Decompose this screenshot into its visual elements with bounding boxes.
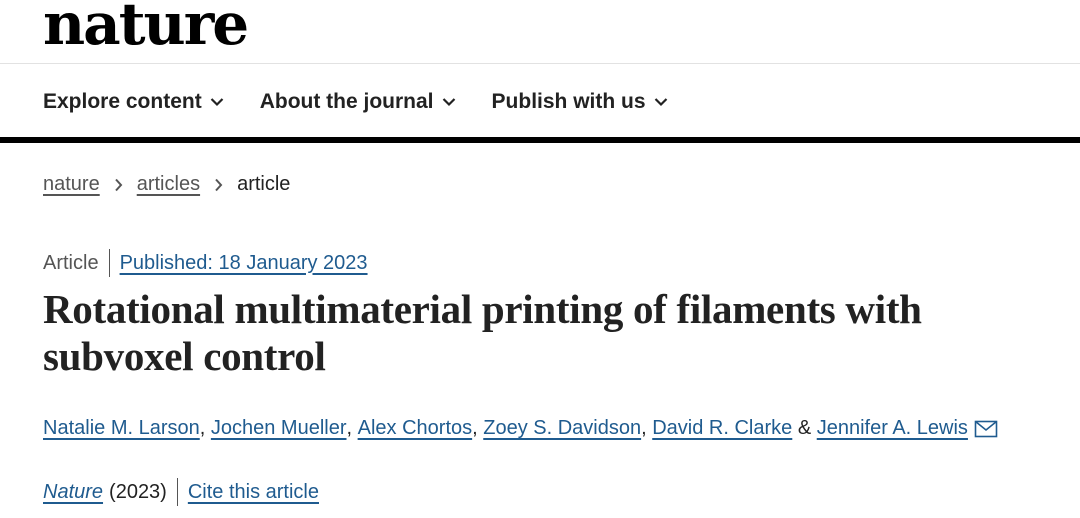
nav-publish-with-us-label: Publish with us bbox=[491, 90, 646, 113]
chevron-right-icon bbox=[214, 178, 223, 192]
chevron-right-icon bbox=[114, 178, 123, 192]
nature-logo[interactable]: nature bbox=[43, 0, 249, 60]
header-divider bbox=[0, 63, 1080, 64]
nav-explore-content[interactable]: Explore content bbox=[43, 86, 224, 118]
author-separator: , bbox=[641, 417, 653, 439]
nav-bottom-bar bbox=[0, 137, 1080, 143]
chevron-down-icon bbox=[654, 98, 667, 107]
author-link[interactable]: Alex Chortos bbox=[358, 417, 473, 440]
cite-this-article-link[interactable]: Cite this article bbox=[188, 481, 319, 504]
author-separator: , bbox=[199, 417, 211, 439]
author-link[interactable]: Jennifer A. Lewis bbox=[817, 417, 968, 440]
chevron-down-icon bbox=[210, 98, 223, 107]
author-separator: & bbox=[792, 417, 817, 439]
nav-publish-with-us[interactable]: Publish with us bbox=[492, 86, 668, 118]
breadcrumb-current: article bbox=[237, 173, 291, 195]
article-type: Article bbox=[43, 251, 99, 274]
author-link[interactable]: Natalie M. Larson bbox=[43, 417, 200, 440]
author-separator: , bbox=[472, 417, 484, 439]
author-link[interactable]: David R. Clarke bbox=[652, 417, 792, 440]
author-link[interactable]: Jochen Mueller bbox=[211, 417, 347, 440]
nav-explore-content-label: Explore content bbox=[43, 90, 202, 113]
published-date-link[interactable]: Published: 18 January 2023 bbox=[120, 252, 368, 275]
breadcrumb-nature[interactable]: nature bbox=[43, 173, 100, 196]
meta-divider bbox=[108, 249, 110, 277]
author-link[interactable]: Zoey S. Davidson bbox=[483, 417, 641, 440]
author-list: Natalie M. Larson, Jochen Mueller, Alex … bbox=[43, 417, 998, 440]
chevron-down-icon bbox=[442, 98, 455, 107]
cite-divider bbox=[176, 478, 178, 506]
mail-icon[interactable] bbox=[974, 420, 998, 438]
publication-year: (2023) bbox=[109, 480, 167, 503]
nav-about-journal[interactable]: About the journal bbox=[260, 86, 456, 118]
main-nav: Explore content About the journal Publis… bbox=[43, 86, 704, 118]
journal-link[interactable]: Nature bbox=[43, 481, 103, 504]
author-separator: , bbox=[346, 417, 358, 439]
breadcrumb-articles[interactable]: articles bbox=[137, 173, 200, 196]
breadcrumb: nature articles article bbox=[43, 173, 290, 196]
article-title: Rotational multimaterial printing of fil… bbox=[43, 286, 922, 379]
citation-line: Nature (2023) Cite this article bbox=[43, 478, 319, 506]
article-meta: Article Published: 18 January 2023 bbox=[43, 249, 368, 277]
nav-about-journal-label: About the journal bbox=[259, 90, 434, 113]
